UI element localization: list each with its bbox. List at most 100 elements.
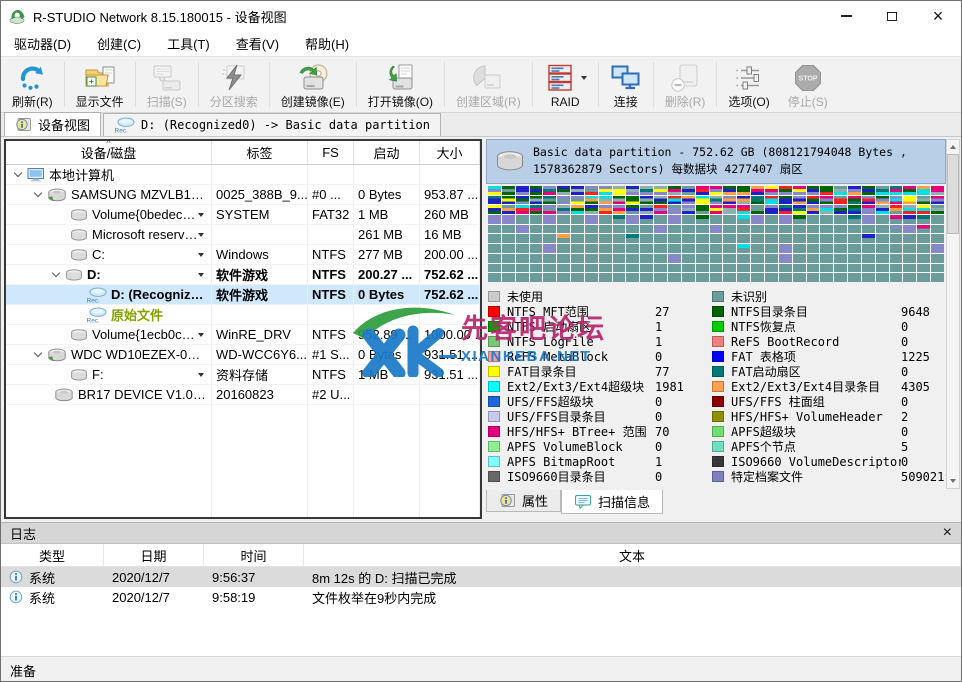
- map-block: [654, 244, 667, 253]
- legend-count: 1: [655, 335, 662, 349]
- table-row[interactable]: Rec.原始文件: [6, 305, 480, 325]
- log-column-header-3[interactable]: 文本: [304, 544, 961, 566]
- map-block: [765, 186, 778, 195]
- toolbar-refresh-button[interactable]: 刷新(R): [3, 59, 62, 110]
- dropdown-arrow-icon[interactable]: [198, 253, 204, 257]
- toolbar-raid-button[interactable]: RAID: [535, 59, 596, 110]
- workspace: ^设备/磁盘标签FS启动大小 本地计算机SAMSUNG MZVLB1T0...0…: [1, 137, 961, 522]
- dropdown-arrow-icon[interactable]: [198, 233, 204, 237]
- map-block: [571, 254, 584, 263]
- map-block: [654, 205, 667, 214]
- close-button[interactable]: ×: [915, 1, 961, 31]
- map-block: [682, 273, 695, 282]
- table-row[interactable]: D:软件游戏NTFS200.27 ...752.62 ...: [6, 265, 480, 285]
- log-row[interactable]: 系统2020/12/79:56:378m 12s 的 D: 扫描已完成: [1, 567, 961, 587]
- expander-chevron-icon[interactable]: [30, 193, 45, 196]
- fs-cell: NTFS: [308, 325, 354, 345]
- scroll-up-arrow-icon[interactable]: [947, 140, 959, 154]
- table-row[interactable]: WDC WD10EZEX-08W...WD-WCC6Y6...#1 S...0 …: [6, 345, 480, 365]
- tab-scan-info[interactable]: 扫描信息: [561, 490, 663, 514]
- toolbar-button-label: 删除(R): [665, 95, 706, 109]
- map-block: [571, 244, 584, 253]
- log-title-bar: 日志 ×: [1, 523, 961, 544]
- map-block: [820, 244, 833, 253]
- toolbar-separator: [64, 62, 65, 107]
- log-close-icon[interactable]: ×: [943, 525, 952, 541]
- tab-properties[interactable]: 属性: [486, 490, 561, 512]
- expander-chevron-icon[interactable]: [30, 353, 45, 356]
- table-row[interactable]: Rec.D: (Recognize...软件游戏NTFS0 Bytes752.6…: [6, 285, 480, 305]
- map-block: [917, 186, 930, 195]
- dropdown-arrow-icon[interactable]: [198, 273, 204, 277]
- minimize-button[interactable]: [823, 1, 869, 31]
- table-row[interactable]: Microsoft reserve...261 MB16 MB: [6, 225, 480, 245]
- table-row[interactable]: BR17 DEVICE V1.00 1....20160823#2 U...: [6, 385, 480, 405]
- map-block: [807, 254, 820, 263]
- map-block: [696, 215, 709, 224]
- toolbar-stop-button: STOP停止(S): [779, 59, 837, 110]
- tree-column-header-3[interactable]: 启动: [354, 141, 420, 164]
- disk-icon: [54, 388, 74, 402]
- log-column-header-2[interactable]: 时间: [204, 544, 304, 566]
- map-block: [696, 273, 709, 282]
- scroll-thumb[interactable]: [947, 154, 959, 234]
- tree-column-header-1[interactable]: 标签: [212, 141, 308, 164]
- map-block: [571, 196, 584, 205]
- tree-column-header-0[interactable]: ^设备/磁盘: [6, 141, 212, 164]
- map-block: [599, 244, 612, 253]
- dropdown-arrow-icon[interactable]: [198, 333, 204, 337]
- map-block: [890, 186, 903, 195]
- tree-header: ^设备/磁盘标签FS启动大小: [6, 141, 480, 165]
- table-row[interactable]: C:WindowsNTFS277 MB200.00 ...: [6, 245, 480, 265]
- map-block: [737, 205, 750, 214]
- toolbar-button-label: 选项(O): [728, 95, 769, 109]
- map-block: [626, 234, 639, 243]
- map-block: [543, 254, 556, 263]
- dropdown-arrow-icon[interactable]: [581, 76, 587, 80]
- scan-block-map[interactable]: [488, 186, 944, 282]
- map-block: [488, 244, 501, 253]
- menu-item-0[interactable]: 驱动器(D): [1, 31, 84, 56]
- map-block: [696, 205, 709, 214]
- legend-swatch: [712, 441, 724, 452]
- vertical-scrollbar[interactable]: [946, 139, 960, 489]
- table-row[interactable]: SAMSUNG MZVLB1T0...0025_388B_9...#0 ...0…: [6, 185, 480, 205]
- menu-item-1[interactable]: 创建(C): [84, 31, 154, 56]
- map-block: [820, 254, 833, 263]
- map-block: [557, 205, 570, 214]
- maximize-button[interactable]: [869, 1, 915, 31]
- dropdown-arrow-icon[interactable]: [198, 373, 204, 377]
- menu-item-4[interactable]: 帮助(H): [292, 31, 362, 56]
- dropdown-arrow-icon[interactable]: [198, 213, 204, 217]
- map-block: [668, 196, 681, 205]
- map-block: [710, 215, 723, 224]
- expander-chevron-icon[interactable]: [48, 273, 63, 276]
- menu-item-3[interactable]: 查看(V): [223, 31, 292, 56]
- scroll-down-arrow-icon[interactable]: [947, 474, 959, 488]
- table-row[interactable]: Volume{1ecb0c98-...WinRE_DRVNTFS952.89 .…: [6, 325, 480, 345]
- map-block: [751, 273, 764, 282]
- log-row[interactable]: 系统2020/12/79:58:19文件枚举在9秒内完成: [1, 587, 961, 607]
- legend-item: UFS/FFS目录条目0: [488, 409, 712, 424]
- expander-chevron-icon[interactable]: [10, 173, 25, 176]
- map-block: [862, 205, 875, 214]
- tree-column-header-2[interactable]: FS: [308, 141, 354, 164]
- map-block: [488, 234, 501, 243]
- toolbar-create-image-button[interactable]: 创建镜像(E): [272, 59, 354, 110]
- log-column-header-0[interactable]: 类型: [1, 544, 104, 566]
- toolbar-show-files-button[interactable]: 显示文件: [67, 59, 133, 110]
- tab-recognized-partition[interactable]: Rec.D: (Recognized0) -> Basic data parti…: [103, 113, 441, 136]
- table-row[interactable]: 本地计算机: [6, 165, 480, 185]
- map-block: [931, 196, 944, 205]
- toolbar-connect-button[interactable]: 连接: [601, 59, 651, 110]
- toolbar-open-image-button[interactable]: 打开镜像(O): [359, 59, 442, 110]
- tab-device-view[interactable]: 设备视图: [4, 112, 101, 136]
- menu-item-2[interactable]: 工具(T): [154, 31, 223, 56]
- toolbar-options-button[interactable]: 选项(O): [719, 59, 778, 110]
- tree-column-header-4[interactable]: 大小: [420, 141, 480, 164]
- table-row[interactable]: F:资料存储NTFS1 MB931.51 ...: [6, 365, 480, 385]
- log-column-header-1[interactable]: 日期: [104, 544, 204, 566]
- map-block: [668, 234, 681, 243]
- map-block: [599, 234, 612, 243]
- table-row[interactable]: Volume{0bedecf0-...SYSTEMFAT321 MB260 MB: [6, 205, 480, 225]
